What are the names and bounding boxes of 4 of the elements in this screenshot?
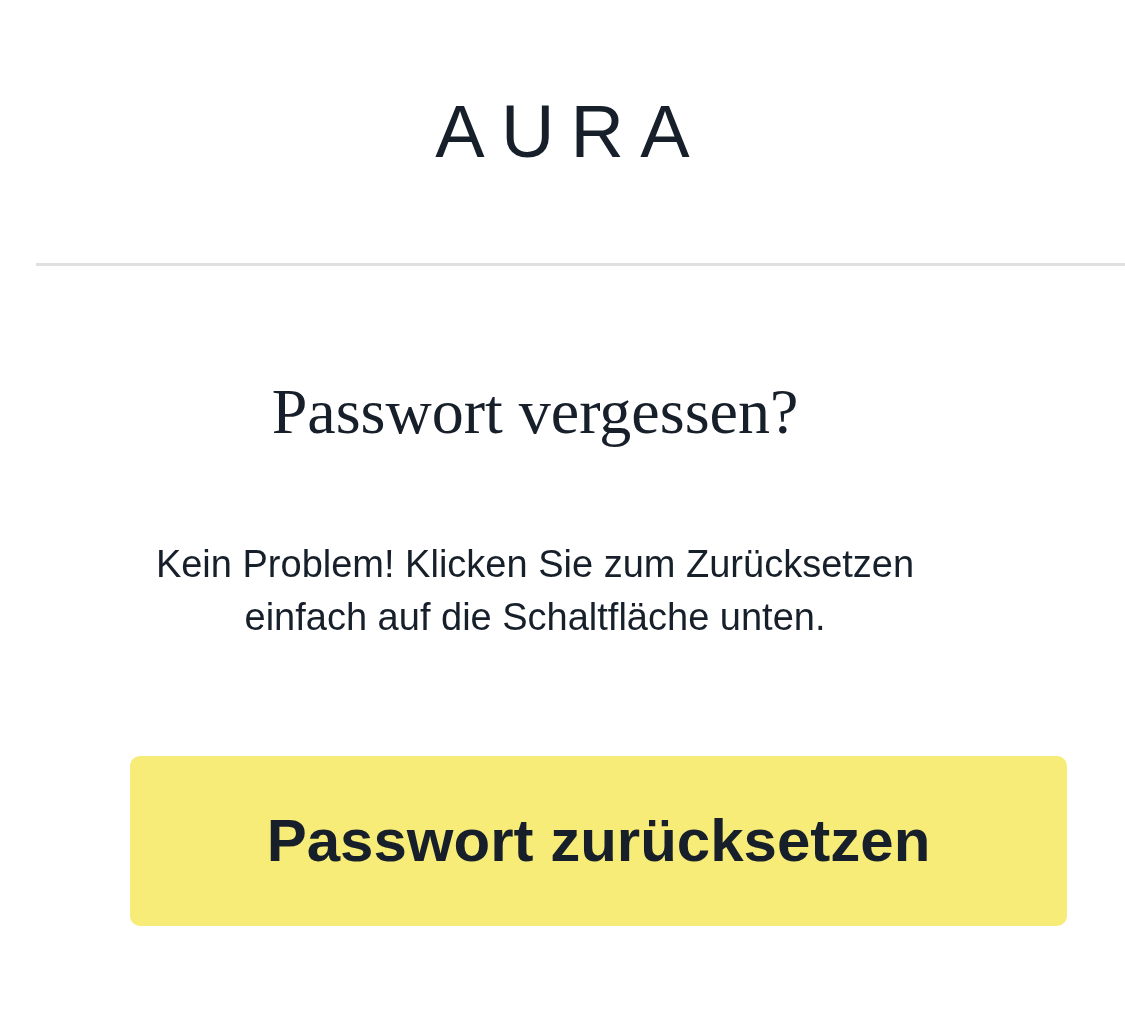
page-title: Passwort vergessen? <box>271 375 799 449</box>
reset-password-button[interactable]: Passwort zurücksetzen <box>130 756 1067 926</box>
logo: AURA <box>434 92 706 172</box>
instruction-text: Kein Problem! Klicken Sie zum Zurücksetzen einfach auf die Schaltfläche unten. <box>154 542 916 640</box>
